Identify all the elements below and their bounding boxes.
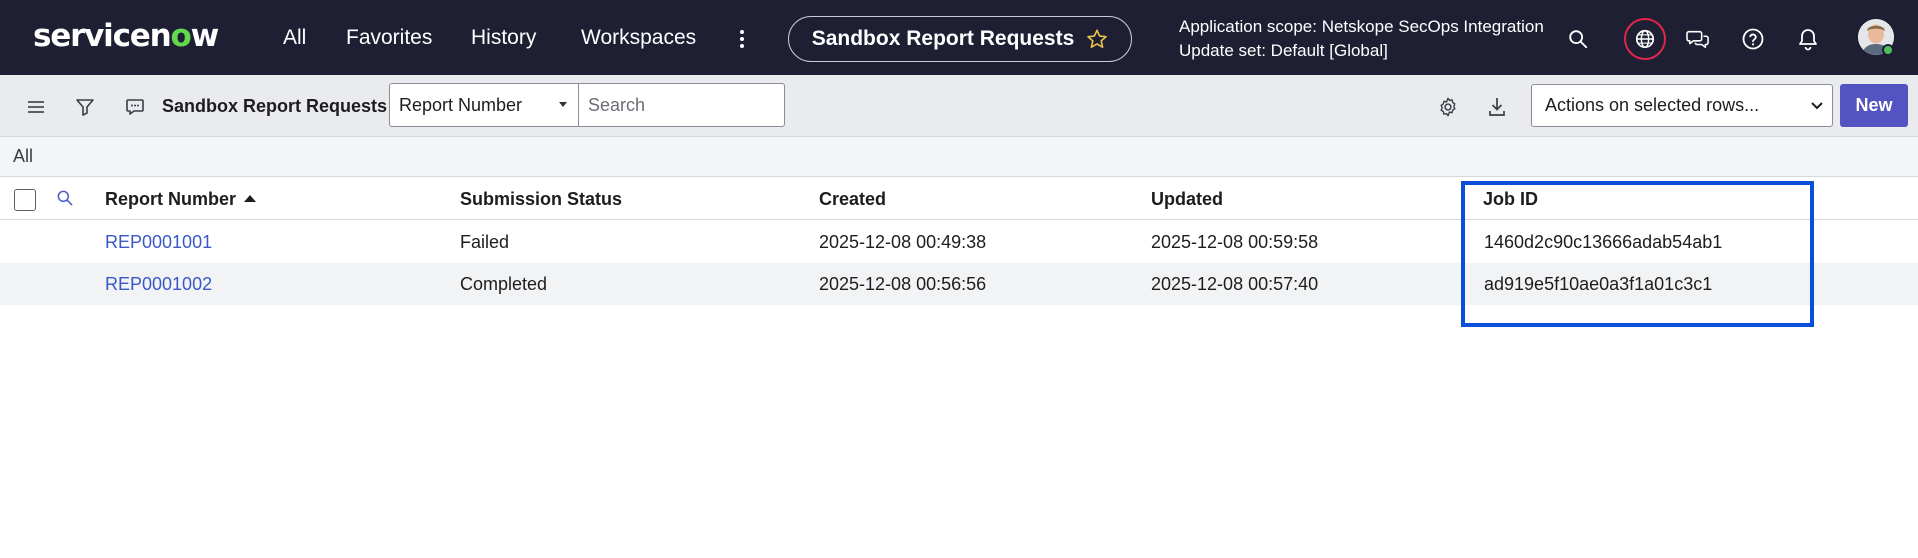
page-title-pill[interactable]: Sandbox Report Requests <box>788 16 1132 62</box>
column-header-label: Report Number <box>105 189 237 209</box>
globe-icon[interactable] <box>1624 18 1666 60</box>
nav-favorites[interactable]: Favorites <box>346 23 432 53</box>
column-header-created[interactable]: Created <box>819 187 886 211</box>
breadcrumb[interactable]: All <box>13 146 33 167</box>
report-number-link[interactable]: REP0001001 <box>105 230 212 254</box>
funnel-icon[interactable] <box>71 93 99 121</box>
gear-icon[interactable] <box>1434 93 1462 121</box>
column-header-job-id[interactable]: Job ID <box>1483 187 1538 211</box>
logo-text-end: w <box>190 18 220 54</box>
actions-select-value: Actions on selected rows... <box>1545 95 1760 115</box>
updated-cell: 2025-12-08 00:59:58 <box>1151 232 1319 252</box>
caret-down-icon <box>559 102 567 107</box>
search-input[interactable] <box>578 83 785 127</box>
search-field-value: Report Number <box>399 95 523 115</box>
column-search-icon[interactable] <box>55 188 75 213</box>
logo-mark: o <box>170 18 191 54</box>
logo-text-start: servicen <box>33 18 172 54</box>
breadcrumb-bar: All <box>0 137 1918 177</box>
application-scope[interactable]: Application scope: Netskope SecOps Integ… <box>1179 15 1544 63</box>
list-toolbar: Sandbox Report Requests Report Number Ac… <box>0 75 1918 137</box>
servicenow-logo[interactable]: servicenow <box>33 14 220 58</box>
star-icon[interactable] <box>1086 28 1108 50</box>
hamburger-icon[interactable] <box>22 93 50 121</box>
job-id-cell: 1460d2c90c13666adab54ab1 <box>1484 232 1723 252</box>
chat-menu-icon[interactable] <box>121 93 149 121</box>
created-cell: 2025-12-08 00:56:56 <box>819 274 987 294</box>
report-number-link[interactable]: REP0001002 <box>105 272 212 296</box>
table-header: Report Number Submission Status Created … <box>0 177 1918 220</box>
submission-status-cell: Failed <box>460 232 510 252</box>
job-id-cell: ad919e5f10ae0a3f1a01c3c1 <box>1484 274 1713 294</box>
submission-status-cell: Completed <box>460 274 548 294</box>
column-header-updated[interactable]: Updated <box>1151 187 1223 211</box>
created-cell: 2025-12-08 00:49:38 <box>819 232 987 252</box>
update-set-line: Update set: Default [Global] <box>1179 41 1388 60</box>
chat-bubbles-icon[interactable] <box>1678 19 1718 59</box>
download-icon[interactable] <box>1483 93 1511 121</box>
column-header-submission-status[interactable]: Submission Status <box>460 187 622 211</box>
list-title: Sandbox Report Requests <box>162 96 388 116</box>
scope-line: Application scope: Netskope SecOps Integ… <box>1179 17 1544 36</box>
nav-workspaces[interactable]: Workspaces <box>581 23 696 53</box>
page-title: Sandbox Report Requests <box>811 27 1075 50</box>
select-all-checkbox[interactable] <box>14 189 36 211</box>
nav-all[interactable]: All <box>283 23 306 53</box>
nav-history[interactable]: History <box>471 23 536 53</box>
actions-on-selected-rows-select[interactable]: Actions on selected rows... <box>1531 84 1833 127</box>
bell-icon[interactable] <box>1788 19 1828 59</box>
column-header-report-number[interactable]: Report Number <box>105 187 257 211</box>
table-row: REP0001002 Completed 2025-12-08 00:56:56… <box>0 263 1918 305</box>
sort-ascending-icon <box>244 194 257 202</box>
updated-cell: 2025-12-08 00:57:40 <box>1151 274 1319 294</box>
top-navigation-bar: servicenow All Favorites History Workspa… <box>0 0 1918 75</box>
help-circle-icon[interactable] <box>1733 19 1773 59</box>
search-field-select[interactable]: Report Number <box>389 83 579 127</box>
vertical-ellipsis-icon[interactable] <box>731 24 753 54</box>
new-button[interactable]: New <box>1840 84 1908 127</box>
table-row: REP0001001 Failed 2025-12-08 00:49:38 20… <box>0 221 1918 263</box>
chevron-down-icon <box>1811 102 1823 110</box>
search-icon[interactable] <box>1558 19 1598 59</box>
online-status-dot <box>1882 44 1894 56</box>
